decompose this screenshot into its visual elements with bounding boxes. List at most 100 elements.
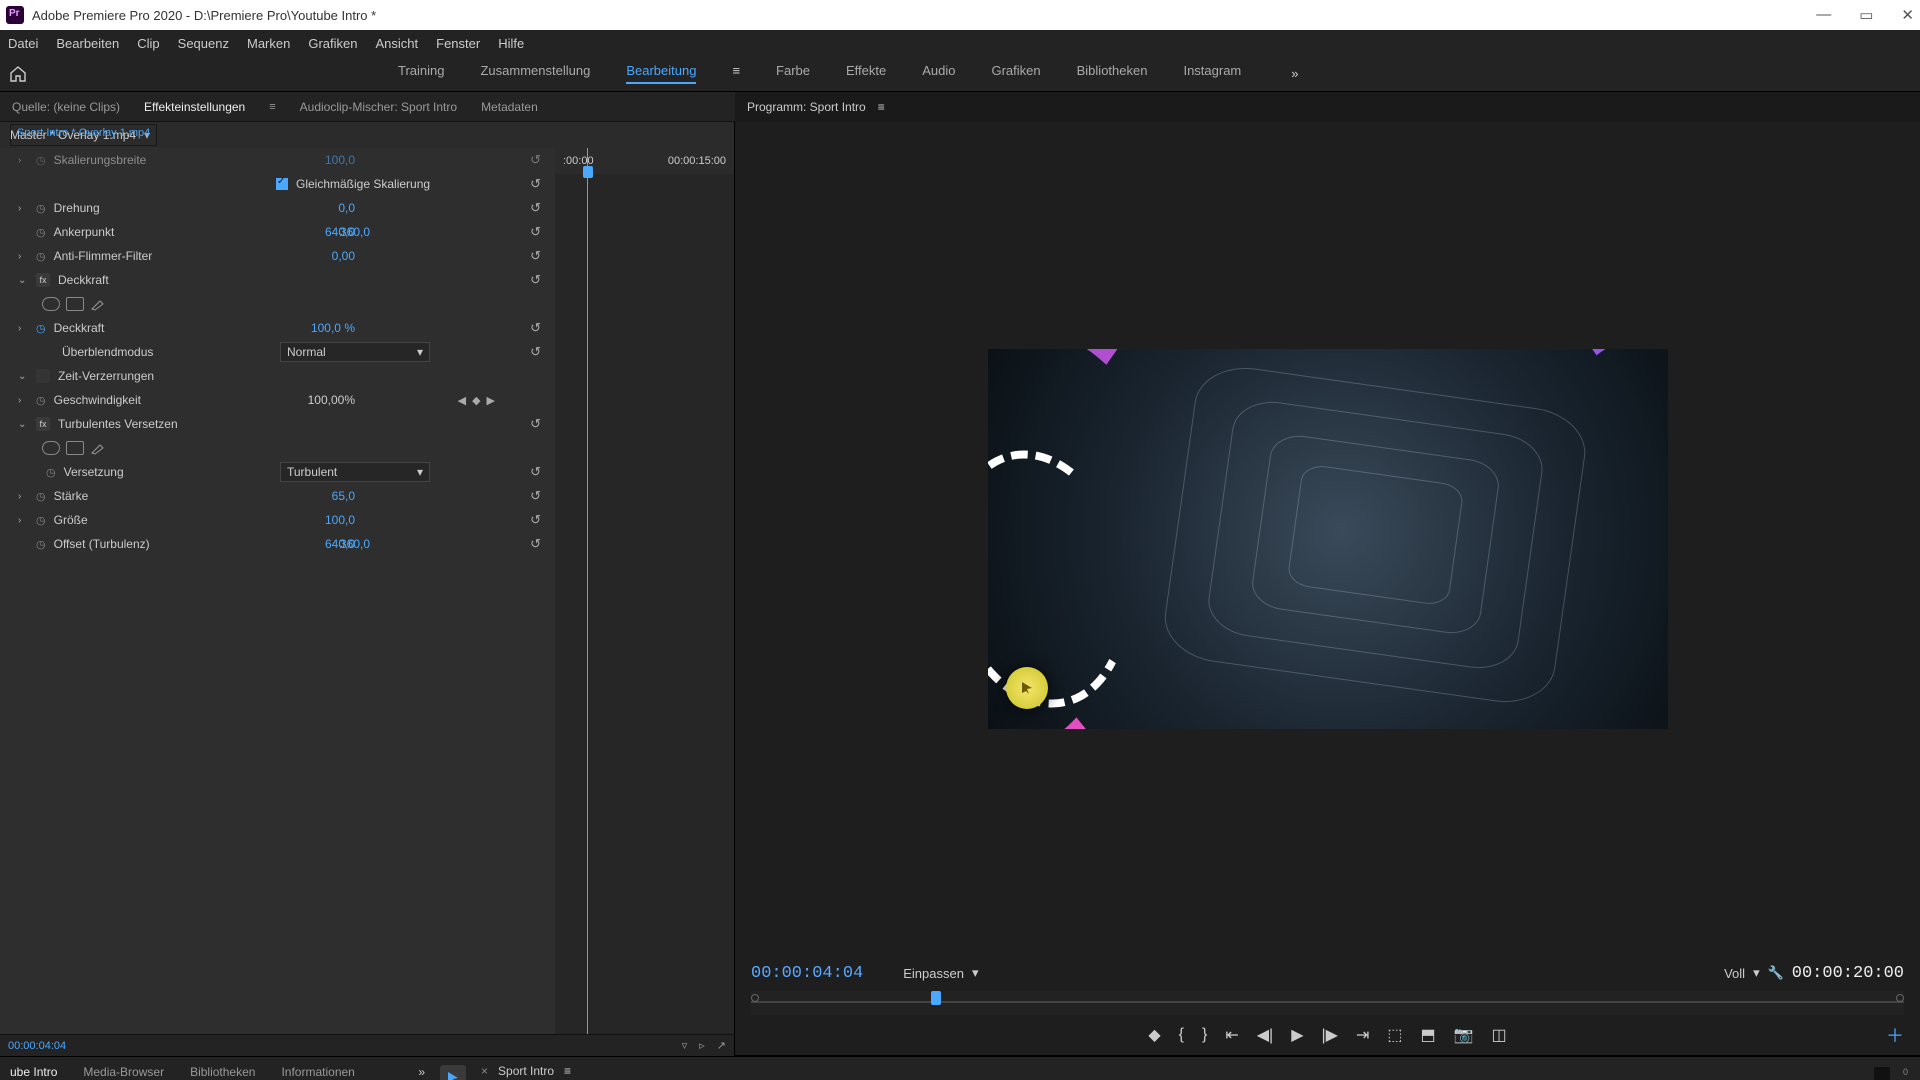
- twirl-icon[interactable]: ›: [18, 491, 28, 502]
- val-speed[interactable]: 100,00%: [308, 393, 355, 407]
- reset-icon[interactable]: ↺: [530, 272, 541, 288]
- dropdown-blendmode[interactable]: Normal ▾: [280, 342, 430, 362]
- mask-ellipse-icon[interactable]: [42, 297, 60, 311]
- export-icon[interactable]: ↗: [717, 1039, 726, 1052]
- stopwatch-icon[interactable]: ◷: [46, 466, 56, 479]
- program-timecode[interactable]: 00:00:04:04: [751, 964, 863, 983]
- effect-controls-timeline[interactable]: :00:00 00:00:15:00: [555, 148, 734, 1034]
- val-anchor-y[interactable]: 360,0: [340, 225, 370, 239]
- extract-icon[interactable]: ⬒: [1421, 1025, 1436, 1045]
- val-antiflicker[interactable]: 0,00: [332, 249, 355, 263]
- quality-dropdown[interactable]: Voll: [1724, 966, 1745, 981]
- val-skalierungsbreite[interactable]: 100,0: [325, 153, 355, 167]
- export-frame-icon[interactable]: 📷: [1454, 1025, 1474, 1045]
- workspace-instagram[interactable]: Instagram: [1183, 63, 1241, 84]
- workspace-farbe[interactable]: Farbe: [776, 63, 810, 84]
- fx-badge-icon[interactable]: fx: [36, 273, 50, 287]
- val-size[interactable]: 100,0: [325, 513, 355, 527]
- tab-program[interactable]: Programm: Sport Intro: [747, 100, 866, 114]
- workspace-training[interactable]: Training: [398, 63, 444, 84]
- workspace-effekte[interactable]: Effekte: [846, 63, 886, 84]
- stopwatch-icon[interactable]: ◷: [36, 394, 46, 407]
- program-viewport[interactable]: [988, 349, 1668, 729]
- reset-icon[interactable]: ↺: [530, 248, 541, 264]
- panel-menu-icon[interactable]: ≡: [878, 100, 885, 114]
- tab-info[interactable]: Informationen: [281, 1065, 354, 1079]
- workspace-overflow-icon[interactable]: »: [1291, 66, 1298, 81]
- menu-sequenz[interactable]: Sequenz: [178, 36, 229, 51]
- tab-effect-controls[interactable]: Effekteinstellungen: [144, 100, 245, 114]
- mask-ellipse-icon[interactable]: [42, 441, 60, 455]
- button-editor-plus-icon[interactable]: ＋: [1886, 1022, 1904, 1048]
- tab-metadata[interactable]: Metadaten: [481, 100, 538, 114]
- twirl-icon[interactable]: ›: [18, 323, 28, 334]
- reset-icon[interactable]: ↺: [530, 200, 541, 216]
- menu-grafiken[interactable]: Grafiken: [308, 36, 357, 51]
- workspace-bearbeitung[interactable]: Bearbeitung: [626, 63, 696, 84]
- val-rotation[interactable]: 0,0: [338, 201, 355, 215]
- stopwatch-icon[interactable]: ◷: [36, 538, 46, 551]
- program-scrubber[interactable]: [751, 991, 1904, 1015]
- mark-in-icon[interactable]: {: [1179, 1026, 1184, 1044]
- menu-fenster[interactable]: Fenster: [436, 36, 480, 51]
- selection-tool-icon[interactable]: [440, 1065, 466, 1080]
- val-offset-y[interactable]: 360,0: [340, 537, 370, 551]
- add-marker-icon[interactable]: ◆: [1148, 1025, 1160, 1045]
- ec-playhead[interactable]: [587, 148, 588, 1034]
- stopwatch-icon[interactable]: ◷: [36, 202, 46, 215]
- program-playhead[interactable]: [931, 991, 941, 1005]
- mask-pen-icon[interactable]: [90, 297, 108, 311]
- reset-icon[interactable]: ↺: [530, 416, 541, 432]
- workspace-menu-icon[interactable]: ≡: [732, 63, 740, 84]
- in-point-icon[interactable]: [751, 994, 759, 1002]
- close-button[interactable]: ✕: [1901, 6, 1914, 24]
- menu-datei[interactable]: Datei: [8, 36, 38, 51]
- checkbox-uniform-scale[interactable]: [276, 178, 288, 190]
- mask-pen-icon[interactable]: [90, 441, 108, 455]
- val-opacity[interactable]: 100,0 %: [311, 321, 355, 335]
- menu-clip[interactable]: Clip: [137, 36, 159, 51]
- go-to-in-icon[interactable]: ⇤: [1225, 1025, 1238, 1045]
- filter-icon[interactable]: ▿: [682, 1039, 688, 1052]
- stopwatch-icon[interactable]: ◷: [36, 490, 46, 503]
- comparison-view-icon[interactable]: ◫: [1492, 1025, 1507, 1045]
- reset-icon[interactable]: ↺: [530, 224, 541, 240]
- minimize-button[interactable]: —: [1816, 6, 1831, 24]
- out-point-icon[interactable]: [1896, 994, 1904, 1002]
- menu-hilfe[interactable]: Hilfe: [498, 36, 524, 51]
- val-amount[interactable]: 65,0: [332, 489, 355, 503]
- go-to-out-icon[interactable]: ⇥: [1356, 1025, 1369, 1045]
- twirl-icon[interactable]: ›: [18, 203, 28, 214]
- lift-icon[interactable]: ⬚: [1387, 1025, 1402, 1045]
- tab-sequence[interactable]: Sport Intro: [498, 1064, 554, 1078]
- stopwatch-icon[interactable]: ◷: [36, 154, 46, 167]
- settings-wrench-icon[interactable]: 🔧: [1768, 965, 1784, 981]
- twirl-icon[interactable]: ⌄: [18, 275, 28, 286]
- tab-project[interactable]: ube Intro: [10, 1065, 57, 1079]
- twirl-icon[interactable]: ›: [18, 155, 28, 166]
- workspace-audio[interactable]: Audio: [922, 63, 955, 84]
- close-sequence-icon[interactable]: ×: [481, 1064, 488, 1078]
- tab-media-browser[interactable]: Media-Browser: [83, 1065, 164, 1079]
- stopwatch-icon[interactable]: ◷: [36, 250, 46, 263]
- panel-menu-icon[interactable]: ≡: [564, 1064, 571, 1078]
- twirl-icon[interactable]: ⌄: [18, 371, 28, 382]
- zoom-fit-dropdown[interactable]: Einpassen ▾: [903, 965, 978, 981]
- add-keyframe-icon[interactable]: ◆: [472, 394, 480, 407]
- reset-icon[interactable]: ↺: [530, 464, 541, 480]
- prev-keyframe-icon[interactable]: ◀: [458, 394, 466, 407]
- dropdown-displacement[interactable]: Turbulent ▾: [280, 462, 430, 482]
- reset-icon[interactable]: ↺: [530, 512, 541, 528]
- twirl-icon[interactable]: ›: [18, 515, 28, 526]
- twirl-icon[interactable]: ›: [18, 395, 28, 406]
- play-only-icon[interactable]: ▹: [699, 1039, 705, 1052]
- workspace-zusammenstellung[interactable]: Zusammenstellung: [480, 63, 590, 84]
- menu-marken[interactable]: Marken: [247, 36, 290, 51]
- menu-ansicht[interactable]: Ansicht: [375, 36, 418, 51]
- twirl-icon[interactable]: ⌄: [18, 419, 28, 430]
- menu-bearbeiten[interactable]: Bearbeiten: [56, 36, 119, 51]
- panel-overflow-icon[interactable]: »: [418, 1065, 425, 1079]
- tab-source[interactable]: Quelle: (keine Clips): [12, 100, 120, 114]
- reset-icon[interactable]: ↺: [530, 152, 541, 168]
- reset-icon[interactable]: ↺: [530, 344, 541, 360]
